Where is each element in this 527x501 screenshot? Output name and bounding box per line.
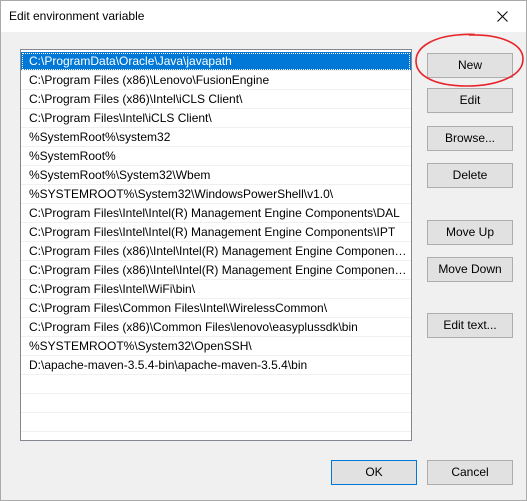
path-list[interactable]: C:\ProgramData\Oracle\Java\javapath C:\Pr… <box>20 49 412 441</box>
ok-button[interactable]: OK <box>331 460 417 485</box>
empty-list-row <box>21 394 411 413</box>
list-item[interactable]: %SystemRoot%\System32\Wbem <box>21 166 411 185</box>
close-icon <box>497 11 508 22</box>
move-down-button[interactable]: Move Down <box>427 257 513 282</box>
new-button[interactable]: New <box>427 53 513 78</box>
empty-list-row <box>21 413 411 432</box>
list-item[interactable]: %SystemRoot%\system32 <box>21 128 411 147</box>
list-item[interactable]: C:\Program Files (x86)\Intel\Intel(R) Ma… <box>21 242 411 261</box>
list-item[interactable]: %SystemRoot% <box>21 147 411 166</box>
list-item[interactable]: C:\Program Files\Intel\Intel(R) Manageme… <box>21 223 411 242</box>
browse-button[interactable]: Browse... <box>427 126 513 151</box>
list-item[interactable]: C:\Program Files\Intel\iCLS Client\ <box>21 109 411 128</box>
list-item[interactable]: C:\Program Files\Intel\Intel(R) Manageme… <box>21 204 411 223</box>
window-title: Edit environment variable <box>9 9 145 23</box>
cancel-button[interactable]: Cancel <box>427 460 513 485</box>
close-button[interactable] <box>480 1 526 32</box>
list-item[interactable]: C:\Program Files (x86)\Intel\Intel(R) Ma… <box>21 261 411 280</box>
list-item[interactable]: %SYSTEMROOT%\System32\WindowsPowerShell\… <box>21 185 411 204</box>
list-item[interactable]: C:\Program Files\Intel\WiFi\bin\ <box>21 280 411 299</box>
list-item[interactable]: C:\Program Files (x86)\Intel\iCLS Client… <box>21 90 411 109</box>
list-item[interactable]: D:\apache-maven-3.5.4-bin\apache-maven-3… <box>21 356 411 375</box>
list-item[interactable]: C:\Program Files\Common Files\Intel\Wire… <box>21 299 411 318</box>
title-bar[interactable]: Edit environment variable <box>1 1 526 32</box>
list-item[interactable]: C:\Program Files (x86)\Common Files\leno… <box>21 318 411 337</box>
edit-button[interactable]: Edit <box>427 88 513 113</box>
empty-list-row <box>21 375 411 394</box>
list-item[interactable]: %SYSTEMROOT%\System32\OpenSSH\ <box>21 337 411 356</box>
list-item[interactable]: C:\Program Files (x86)\Lenovo\FusionEngi… <box>21 71 411 90</box>
edit-text-button[interactable]: Edit text... <box>427 313 513 338</box>
edit-env-variable-dialog: Edit environment variable C:\ProgramData… <box>0 0 527 501</box>
move-up-button[interactable]: Move Up <box>427 220 513 245</box>
delete-button[interactable]: Delete <box>427 163 513 188</box>
list-item[interactable]: C:\ProgramData\Oracle\Java\javapath <box>21 52 411 71</box>
